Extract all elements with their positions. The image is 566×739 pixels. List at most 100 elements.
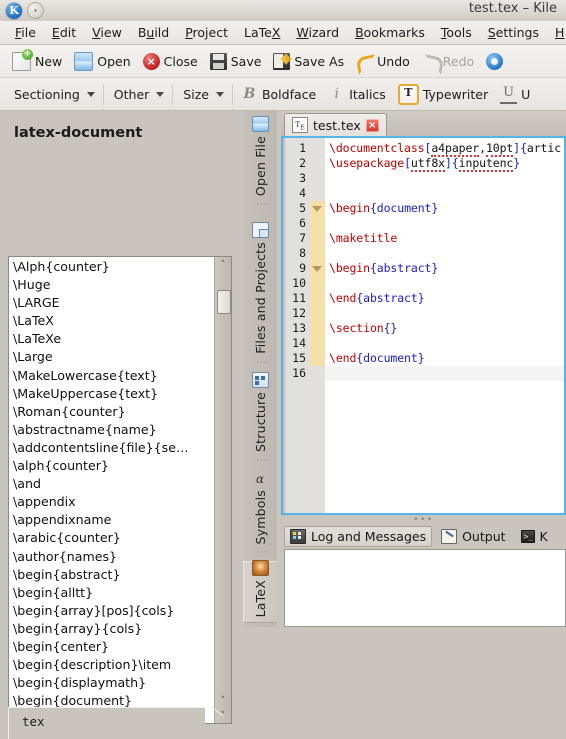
kile-k-icon[interactable]: K — [6, 2, 22, 19]
output-icon — [441, 529, 458, 544]
list-item[interactable]: \Huge — [9, 276, 214, 294]
code-content[interactable]: \documentclass[a4paper,10pt]{artic \usepa… — [325, 138, 564, 513]
line-number: 4 — [299, 186, 306, 200]
italic-i-icon: i — [334, 85, 339, 102]
list-item[interactable]: \arabic{counter} — [9, 529, 214, 547]
code-token: \usepackage — [329, 156, 405, 170]
bottom-tab-output[interactable]: Output — [435, 526, 511, 547]
combo-size[interactable]: Size — [175, 83, 233, 105]
title-bar-icons: K — [6, 2, 44, 19]
list-item[interactable]: \begin{displaymath} — [9, 674, 214, 692]
close-button[interactable]: × Close — [137, 51, 204, 72]
line-number: 14 — [292, 336, 306, 350]
gear-button[interactable] — [480, 51, 509, 72]
menu-item-bookmarks[interactable]: Bookmarks — [347, 23, 433, 42]
list-item[interactable]: \begin{array}{cols} — [9, 620, 214, 638]
code-folding-gutter[interactable] — [310, 138, 325, 513]
code-token: {document} — [369, 201, 439, 215]
code-token: { — [520, 141, 527, 155]
list-item[interactable]: \and — [9, 475, 214, 493]
log-output-area[interactable] — [284, 549, 566, 627]
list-item[interactable]: \Large — [9, 348, 214, 366]
menu-item-tools[interactable]: Tools — [433, 23, 480, 42]
scrollbar-thumb[interactable] — [217, 290, 231, 314]
list-item[interactable]: \MakeLowercase{text} — [9, 367, 214, 385]
line-number: 13 — [292, 321, 306, 335]
dock-resize-grip[interactable]: ••• — [281, 516, 566, 525]
menu-item-file[interactable]: File — [7, 23, 44, 42]
list-item[interactable]: \appendix — [9, 493, 214, 511]
list-item[interactable]: \alph{counter} — [9, 457, 214, 475]
list-scrollbar[interactable]: ˄ ˄ ˅ — [214, 257, 231, 723]
list-item[interactable]: \author{names} — [9, 548, 214, 566]
list-item[interactable]: \LaTeXe — [9, 330, 214, 348]
bottom-tab-log-and-messages[interactable]: Log and Messages — [284, 526, 433, 547]
list-item[interactable]: \begin{array}[pos]{cols} — [9, 602, 214, 620]
list-item[interactable]: \addcontentsline{file}{se… — [9, 439, 214, 457]
window-menu-button[interactable] — [27, 2, 44, 19]
format-toolbar: Sectioning Other Size B Boldface i Italics T Typ… — [0, 78, 566, 111]
side-tab-symbols[interactable]: Symbols α — [243, 465, 277, 549]
code-token: utf8x — [410, 156, 446, 172]
tex-bottom-tab[interactable]: tex — [8, 707, 238, 739]
list-item[interactable]: \Alph{counter} — [9, 258, 214, 276]
text-editor[interactable]: 1 2 3 4 5 6 7 8 9 10 11 12 13 14 15 16 \documentclass[a… — [281, 136, 566, 515]
italics-button[interactable]: i Italics — [322, 84, 392, 105]
menu-item-h[interactable]: H — [547, 23, 566, 42]
menu-item-latex[interactable]: LaTeX — [236, 23, 288, 42]
combo-other[interactable]: Other — [106, 83, 174, 105]
side-tab-latex[interactable]: LaTeX — [243, 559, 277, 623]
code-token: artic — [526, 141, 562, 155]
scroll-up-arrow-icon[interactable]: ˄ — [215, 257, 231, 272]
close-icon[interactable]: × — [365, 118, 379, 132]
line-number: 2 — [299, 156, 306, 170]
code-token: \documentclass — [329, 141, 425, 155]
side-tab-open-file[interactable]: Open File — [243, 115, 277, 201]
list-item[interactable]: \begin{center} — [9, 638, 214, 656]
menu-item-view[interactable]: View — [84, 23, 130, 42]
list-item[interactable]: \appendixname — [9, 511, 214, 529]
save-button[interactable]: Save — [204, 51, 268, 72]
konsole-icon: >_ — [520, 530, 535, 543]
list-item[interactable]: \Roman{counter} — [9, 403, 214, 421]
bottom-tab-label: Output — [462, 529, 506, 544]
menu-item-settings[interactable]: Settings — [480, 23, 547, 42]
typewriter-button[interactable]: T Typewriter — [392, 82, 494, 107]
list-item[interactable]: \abstractname{name} — [9, 421, 214, 439]
open-button[interactable]: Open — [68, 50, 136, 73]
menu-item-edit[interactable]: Edit — [44, 23, 84, 42]
editor-area: TE test.tex × 1 2 3 4 5 6 7 8 9 10 11 12 13 14 15 16 \d… — [281, 111, 566, 515]
combo-sectioning-label: Sectioning — [14, 86, 80, 102]
menu-item-project[interactable]: Project — [177, 23, 236, 42]
menu-item-build[interactable]: Build — [130, 23, 177, 42]
scrollbar-track[interactable] — [215, 272, 231, 696]
u-button[interactable]: UU — [494, 83, 536, 106]
document-tab-test-tex[interactable]: TE test.tex × — [284, 113, 387, 136]
combo-sectioning[interactable]: Sectioning — [6, 83, 104, 105]
code-line: \section{} — [329, 321, 397, 335]
fold-triangle-icon[interactable] — [312, 266, 322, 272]
side-tab-files-and-projects[interactable]: Files and Projects — [243, 209, 277, 359]
list-item[interactable]: \MakeUppercase{text} — [9, 385, 214, 403]
list-item[interactable]: \begin{abstract} — [9, 566, 214, 584]
undo-button[interactable]: Undo — [350, 51, 416, 72]
chevron-down-icon — [215, 91, 224, 97]
redo-arrow-icon — [422, 53, 439, 70]
new-button[interactable]: New — [6, 48, 68, 73]
list-item[interactable]: \begin{alltt} — [9, 584, 214, 602]
scroll-up-arrow-icon-2[interactable]: ˄ — [215, 693, 231, 708]
save-as-button[interactable]: Save As — [267, 51, 350, 72]
code-line: \documentclass[a4paper,10pt]{artic — [329, 141, 562, 157]
boldface-button[interactable]: B Boldface — [235, 84, 322, 105]
fold-triangle-icon[interactable] — [312, 206, 322, 212]
bottom-tab-k[interactable]: >_ K — [515, 526, 554, 547]
redo-label: Redo — [442, 53, 475, 69]
list-item[interactable]: \LaTeX — [9, 312, 214, 330]
latex-command-list[interactable]: \Alph{counter} \Huge \LARGE \LaTeX \LaTeXe \L… — [8, 256, 232, 724]
menu-item-wizard[interactable]: Wizard — [288, 23, 347, 42]
side-tab-structure[interactable]: Structure — [243, 367, 277, 457]
log-messages-icon — [290, 529, 306, 544]
close-circle-icon: × — [142, 52, 160, 70]
list-item[interactable]: \LARGE — [9, 294, 214, 312]
list-item[interactable]: \begin{description}\item — [9, 656, 214, 674]
